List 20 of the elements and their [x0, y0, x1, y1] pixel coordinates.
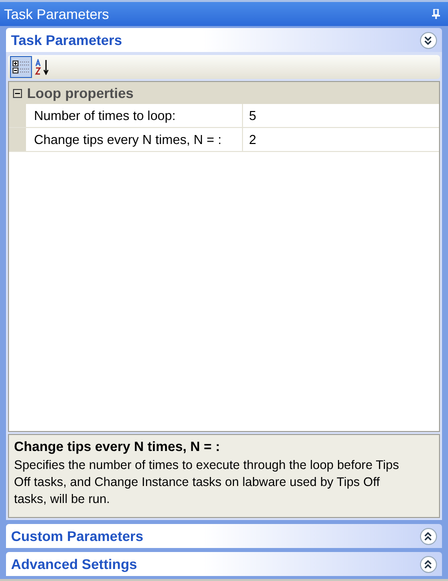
expand-icon[interactable] [420, 556, 437, 572]
property-label[interactable]: Change tips every N times, N = : [26, 128, 243, 151]
description-text: Specifies the number of times to execute through the loop before Tips Off tasks, and Change Instance tasks on labware used by Tips Off tasks, will be run. [14, 457, 400, 508]
property-value[interactable]: 5 [243, 104, 439, 127]
category-title[interactable]: Loop properties [27, 85, 134, 101]
categorized-button[interactable] [10, 56, 32, 78]
collapse-icon[interactable] [420, 32, 437, 48]
section-title: Custom Parameters [11, 528, 144, 544]
window-title: Task Parameters [4, 6, 110, 22]
property-label[interactable]: Number of times to loop: [26, 104, 243, 127]
section-header[interactable]: Advanced Settings [6, 552, 442, 576]
description-title: Change tips every N times, N = : [14, 439, 221, 454]
section-header[interactable]: Custom Parameters [6, 524, 442, 548]
section-title: Task Parameters [11, 32, 122, 48]
section-title: Advanced Settings [11, 556, 138, 572]
section-header[interactable]: Task Parameters [6, 28, 442, 52]
expand-icon[interactable] [420, 528, 437, 544]
property-value[interactable]: 2 [243, 128, 439, 151]
pin-icon[interactable] [432, 9, 440, 19]
collapse-icon[interactable] [13, 88, 22, 98]
